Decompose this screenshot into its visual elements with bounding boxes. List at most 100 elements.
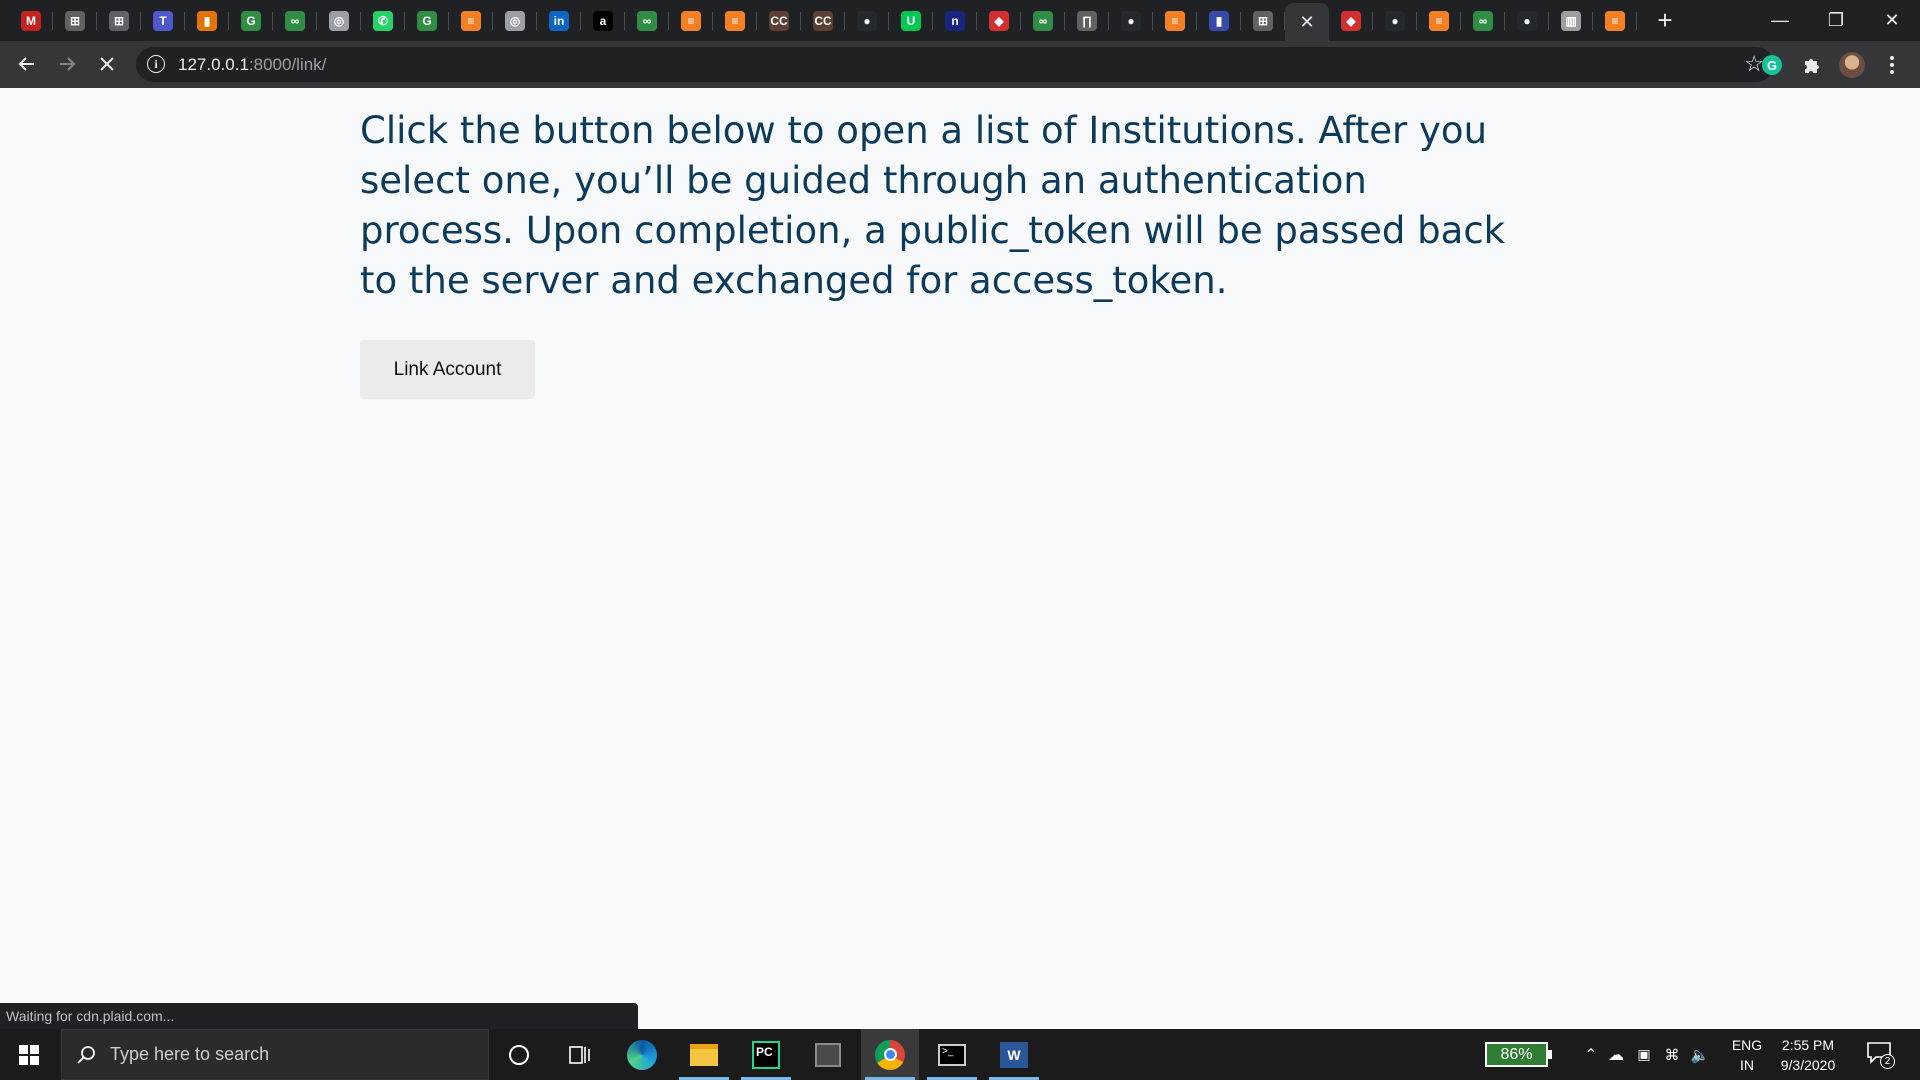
edge-icon	[627, 1039, 657, 1070]
notification-count: 2	[1880, 1054, 1895, 1069]
browser-tab[interactable]: ≡	[1593, 0, 1637, 41]
browser-tab[interactable]: ▥	[1549, 0, 1593, 41]
browser-tab[interactable]: ●	[1505, 0, 1549, 41]
browser-tab[interactable]: ✆	[361, 0, 405, 41]
chrome-icon	[875, 1039, 905, 1070]
page-content: Click the button below to open a list of…	[0, 88, 1920, 1029]
volume-icon[interactable]: 🔈	[1686, 1046, 1714, 1064]
browser-tab[interactable]: ▮	[185, 0, 229, 41]
whatsapp-icon: ✆	[373, 10, 393, 31]
browser-menu-button[interactable]	[1874, 47, 1910, 83]
window-controls: — ❐ ✕	[1752, 0, 1920, 41]
onedrive-cloud-icon[interactable]: ☁	[1602, 1045, 1630, 1065]
close-icon	[100, 57, 114, 71]
tab-strip: M ⊞ ⊞ T ▮ G ∞ ◎ ✆ G ≡ ◎ in a ∞ ≡ ≡ CC CC ● Un ◆ ∞ ∏ ● ≡ ▮ ⊞ ✕ ◆ ● ≡ ∞ ● ▥ ≡…	[0, 0, 1920, 41]
chart-icon: ▮	[197, 10, 217, 31]
status-bar: Waiting for cdn.plaid.com...	[0, 1003, 638, 1029]
browser-tab[interactable]: ◎	[317, 0, 361, 41]
new-tab-button[interactable]: +	[1647, 0, 1683, 41]
grammarly-extension-button[interactable]: G	[1754, 47, 1790, 83]
browser-tab[interactable]: ∞	[625, 0, 669, 41]
browser-tab[interactable]: ●	[1373, 0, 1417, 41]
browser-tab[interactable]: CC	[757, 0, 801, 41]
start-button[interactable]	[0, 1029, 58, 1080]
taskbar-search-box[interactable]: Type here to search	[61, 1029, 489, 1080]
taskbar-app-file-explorer[interactable]	[675, 1029, 733, 1080]
browser-tab[interactable]: ≡	[713, 0, 757, 41]
geeksforgeeks-icon: ∞	[1033, 10, 1053, 31]
back-button[interactable]	[10, 47, 44, 81]
taskbar-app-terminal[interactable]: >_	[923, 1029, 981, 1080]
taskbar-app-edge[interactable]	[613, 1029, 671, 1080]
browser-tab[interactable]: ◎	[493, 0, 537, 41]
browser-tab[interactable]: ∞	[1461, 0, 1505, 41]
browser-tab[interactable]: n	[933, 0, 977, 41]
folder-icon	[690, 1043, 718, 1066]
browser-tab[interactable]: ✕	[1285, 3, 1329, 41]
close-tab-icon[interactable]: ✕	[1299, 12, 1314, 33]
browser-tab[interactable]: ⊞	[1241, 0, 1285, 41]
battery-indicator[interactable]: 86%	[1485, 1042, 1552, 1067]
profile-button[interactable]	[1834, 47, 1870, 83]
browser-tab[interactable]: ∞	[1021, 0, 1065, 41]
action-center-button[interactable]: 2	[1866, 1041, 1896, 1069]
restore-button[interactable]: ❐	[1808, 0, 1864, 41]
browser-tab[interactable]: ●	[845, 0, 889, 41]
taskbar-clock[interactable]: 2:55 PM 9/3/2020	[1768, 1035, 1848, 1075]
taskbar-app-chrome[interactable]	[861, 1029, 919, 1080]
github-icon: ●	[1517, 10, 1537, 31]
browser-tab[interactable]: G	[229, 0, 273, 41]
link-account-button[interactable]: Link Account	[360, 340, 535, 399]
purple-site-icon: ▮	[1209, 10, 1229, 31]
language-indicator[interactable]: ENG IN	[1729, 1035, 1765, 1075]
browser-tab[interactable]: M	[9, 0, 53, 41]
generic-site-icon: ⊞	[65, 10, 85, 31]
stackoverflow-icon: ≡	[461, 10, 481, 31]
browser-tab[interactable]: ≡	[1417, 0, 1461, 41]
circle-site-icon: ◎	[329, 10, 349, 31]
red-box-icon: ◆	[1341, 10, 1361, 31]
browser-tab[interactable]: ≡	[1153, 0, 1197, 41]
browser-tab[interactable]: ∞	[273, 0, 317, 41]
browser-tab[interactable]: ⊞	[97, 0, 141, 41]
red-box-icon: ◆	[989, 10, 1009, 31]
url-path: :8000/link/	[248, 55, 327, 74]
wifi-icon[interactable]: ⌘	[1658, 1046, 1686, 1064]
browser-tab[interactable]: a	[581, 0, 625, 41]
word-icon: W	[1000, 1041, 1028, 1068]
stop-loading-button[interactable]	[90, 47, 124, 81]
browser-tab[interactable]: CC	[801, 0, 845, 41]
task-view-button[interactable]	[551, 1029, 609, 1080]
chevron-up-icon[interactable]: ⌃	[1580, 1045, 1602, 1065]
windows-logo-icon	[19, 1044, 39, 1065]
browser-tab[interactable]: ●	[1109, 0, 1153, 41]
terminal-icon: >_	[938, 1043, 966, 1066]
power-plug-icon[interactable]: ▣	[1630, 1046, 1658, 1063]
url-text[interactable]: 127.0.0.1:8000/link/	[178, 55, 326, 75]
forward-button[interactable]	[50, 47, 84, 81]
browser-tab[interactable]: ⊞	[53, 0, 97, 41]
browser-tab[interactable]: T	[141, 0, 185, 41]
browser-tab[interactable]: ≡	[449, 0, 493, 41]
browser-tab[interactable]: ◆	[1329, 0, 1373, 41]
taskbar-app-window[interactable]	[799, 1029, 857, 1080]
minimize-button[interactable]: —	[1752, 0, 1808, 41]
address-bar[interactable]: i 127.0.0.1:8000/link/ ☆	[136, 47, 1774, 82]
stackoverflow-icon: ≡	[1429, 10, 1449, 31]
browser-tab[interactable]: ◆	[977, 0, 1021, 41]
browser-tab[interactable]: ≡	[669, 0, 713, 41]
close-window-button[interactable]: ✕	[1864, 0, 1920, 41]
circle-site-icon: ◎	[505, 10, 525, 31]
browser-tab[interactable]: U	[889, 0, 933, 41]
forward-arrow-icon	[60, 57, 76, 71]
cortana-button[interactable]	[490, 1029, 548, 1080]
browser-tab[interactable]: ▮	[1197, 0, 1241, 41]
browser-tab[interactable]: G	[405, 0, 449, 41]
info-icon[interactable]: i	[147, 55, 165, 73]
taskbar-app-word[interactable]: W	[985, 1029, 1043, 1080]
geeksforgeeks-icon: ∞	[637, 10, 657, 31]
extensions-button[interactable]	[1794, 47, 1830, 83]
browser-tab[interactable]: in	[537, 0, 581, 41]
browser-tab[interactable]: ∏	[1065, 0, 1109, 41]
taskbar-app-pycharm[interactable]: PC	[737, 1029, 795, 1080]
